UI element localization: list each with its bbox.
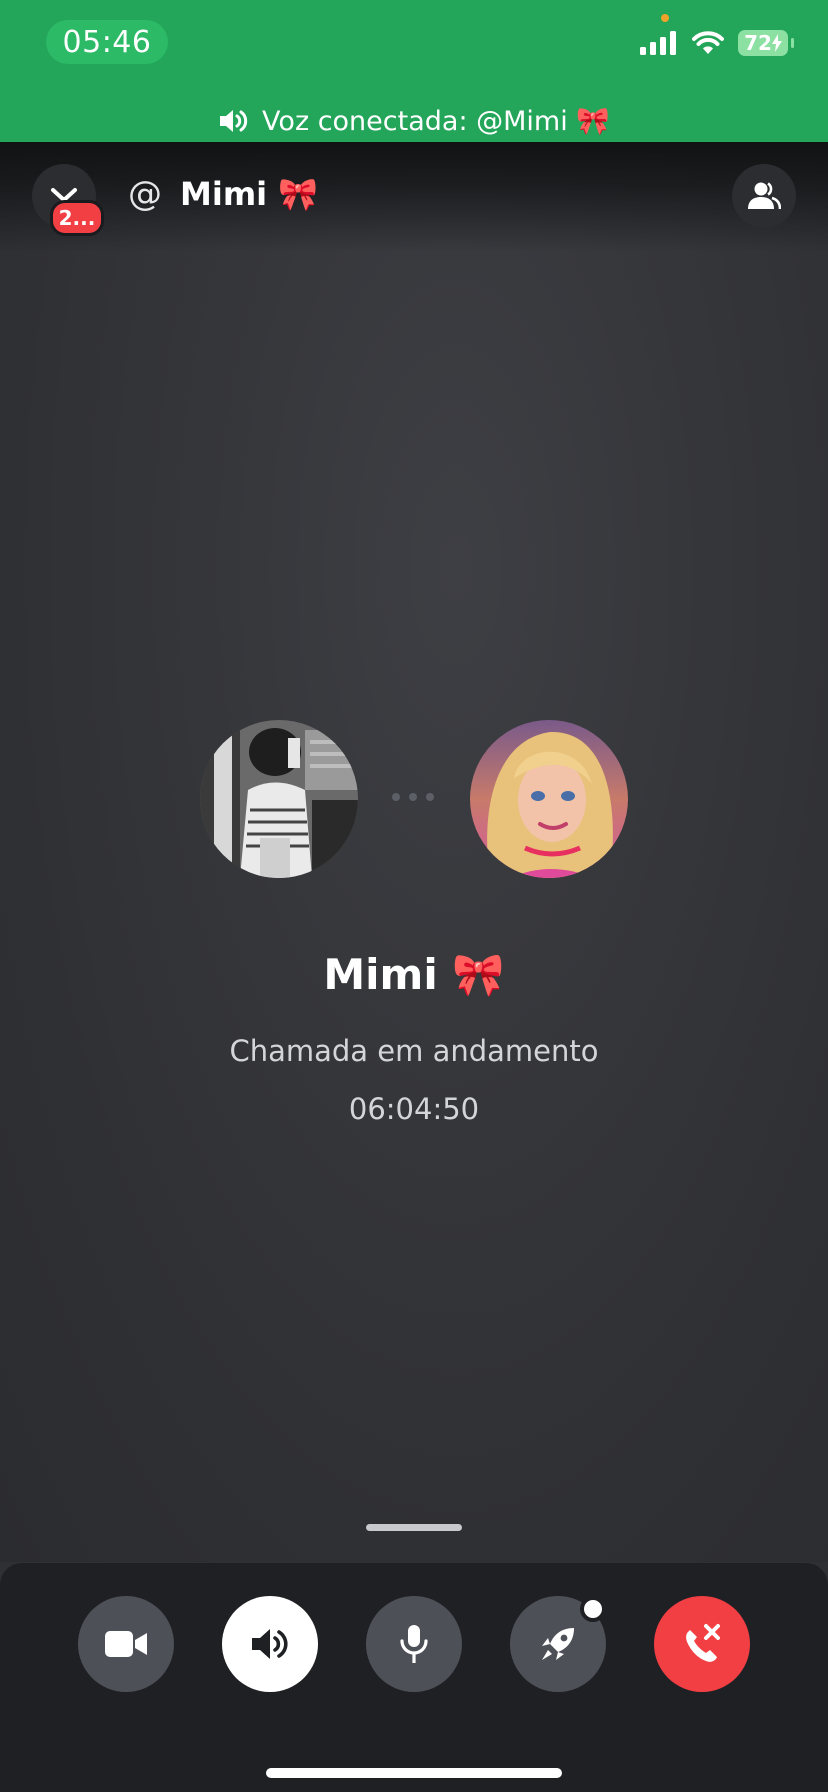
video-camera-icon bbox=[105, 1631, 147, 1657]
microphone-button[interactable] bbox=[366, 1596, 462, 1692]
call-timer: 06:04:50 bbox=[348, 1092, 480, 1126]
home-indicator bbox=[266, 1768, 562, 1778]
battery-indicator: 72 bbox=[738, 30, 794, 56]
participants bbox=[0, 720, 828, 880]
speaker-icon bbox=[220, 110, 248, 132]
wifi-icon bbox=[692, 31, 724, 54]
drawer-handle[interactable] bbox=[366, 1524, 462, 1531]
voice-connected-banner[interactable]: 05:46 72 Voz conectada: @Mimi 🎀 bbox=[0, 0, 828, 142]
new-activity-indicator bbox=[580, 1596, 606, 1622]
voice-status-bar[interactable]: Voz conectada: @Mimi 🎀 bbox=[0, 100, 828, 142]
status-time: 05:46 bbox=[46, 20, 168, 64]
battery-level: 72 bbox=[744, 31, 772, 55]
connecting-dots bbox=[392, 793, 434, 801]
channel-title[interactable]: @ Mimi 🎀 bbox=[128, 174, 318, 214]
status-icons: 72 bbox=[640, 30, 794, 56]
call-area: 2... @ Mimi 🎀 Mimi 🎀 Chamada em andament… bbox=[0, 142, 828, 1562]
call-header: 2... @ Mimi 🎀 bbox=[0, 142, 828, 252]
members-button[interactable] bbox=[732, 164, 796, 228]
privacy-indicator bbox=[661, 14, 669, 22]
self-avatar[interactable] bbox=[200, 720, 358, 878]
callee-name: Mimi 🎀 bbox=[323, 950, 505, 999]
end-call-button[interactable] bbox=[654, 1596, 750, 1692]
back-button[interactable]: 2... bbox=[32, 164, 104, 236]
microphone-icon bbox=[400, 1625, 428, 1663]
charging-bolt-icon bbox=[771, 34, 782, 52]
people-icon bbox=[748, 182, 781, 210]
call-status: Chamada em andamento bbox=[229, 1034, 599, 1068]
at-icon: @ bbox=[128, 174, 162, 214]
voice-status-text: Voz conectada: @Mimi 🎀 bbox=[262, 106, 610, 137]
speaker-button[interactable] bbox=[222, 1596, 318, 1692]
end-call-icon bbox=[686, 1624, 720, 1662]
rocket-icon bbox=[542, 1628, 574, 1660]
speaker-icon bbox=[252, 1629, 288, 1659]
callee-avatar[interactable] bbox=[470, 720, 628, 878]
call-controls bbox=[0, 1563, 828, 1792]
channel-name: Mimi 🎀 bbox=[180, 175, 319, 213]
camera-button[interactable] bbox=[78, 1596, 174, 1692]
notification-badge: 2... bbox=[50, 200, 104, 236]
cellular-signal-icon bbox=[640, 31, 676, 55]
activities-button[interactable] bbox=[510, 1596, 606, 1692]
